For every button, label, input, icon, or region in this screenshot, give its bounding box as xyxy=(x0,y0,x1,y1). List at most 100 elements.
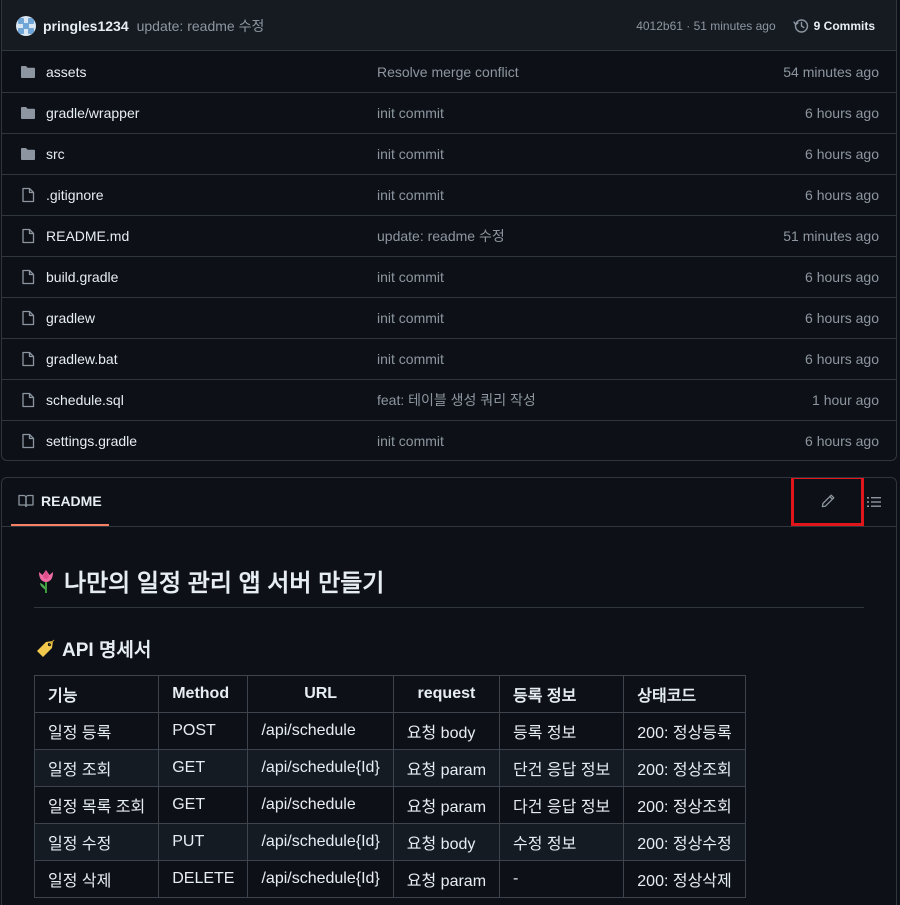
avatar[interactable] xyxy=(16,15,36,36)
table-cell: /api/schedule xyxy=(247,786,394,824)
table-cell: 요청 param xyxy=(392,749,501,787)
file-name-link[interactable]: README.md xyxy=(46,228,377,244)
table-cell: 일정 삭제 xyxy=(33,860,160,898)
file-row[interactable]: gradle/wrapper init commit 6 hours ago xyxy=(2,92,896,133)
table-cell: /api/schedule xyxy=(247,712,394,750)
file-name-link[interactable]: gradle/wrapper xyxy=(46,105,377,121)
file-commit-message[interactable]: update: readme 수정 xyxy=(377,226,783,246)
tab-readme-label: README xyxy=(41,493,102,509)
commit-message[interactable]: update: readme 수정 xyxy=(137,16,265,36)
table-cell: 200: 정상삭제 xyxy=(623,860,746,898)
file-commit-time: 6 hours ago xyxy=(805,433,879,449)
table-header-cell: URL xyxy=(247,675,394,713)
file-icon xyxy=(19,310,37,326)
file-icon xyxy=(19,187,37,203)
file-row[interactable]: README.md update: readme 수정 51 minutes ago xyxy=(2,215,896,256)
readme-content: 나만의 일정 관리 앱 서버 만들기 API 명세서 기능 Method URL re… xyxy=(2,527,896,905)
table-row: 일정 수정 PUT/api/schedule{Id} 요청 body 수정 정보 200… xyxy=(33,823,746,861)
table-cell: 200: 정상조회 xyxy=(623,786,746,824)
table-cell: 요청 param xyxy=(392,786,501,824)
file-commit-time: 6 hours ago xyxy=(805,105,879,121)
file-commit-message[interactable]: init commit xyxy=(377,146,805,162)
table-cell: 200: 정상수정 xyxy=(623,823,746,861)
file-row[interactable]: assets Resolve merge conflict 54 minutes a… xyxy=(2,51,896,92)
pencil-icon xyxy=(821,494,834,508)
file-commit-time: 54 minutes ago xyxy=(783,63,879,80)
commits-count: 9 Commits xyxy=(813,18,875,33)
file-commit-message[interactable]: init commit xyxy=(377,310,805,326)
api-spec-table: 기능 Method URL request 등록 정보 상태코드 일정 등록 POST/ap… xyxy=(33,675,746,898)
table-header-row: 기능 Method URL request 등록 정보 상태코드 xyxy=(33,675,746,713)
file-commit-time: 51 minutes ago xyxy=(783,228,879,244)
table-row: 일정 조회 GET/api/schedule{Id} 요청 param 단건 응답 정… xyxy=(33,749,746,787)
table-header-cell: Method xyxy=(158,675,249,713)
file-commit-time: 6 hours ago xyxy=(805,351,879,367)
label-tag-icon xyxy=(34,638,56,660)
table-cell: 일정 수정 xyxy=(33,823,160,861)
table-row: 일정 등록 POST/api/schedule 요청 body 등록 정보 200: 정… xyxy=(33,712,746,750)
table-cell: 요청 body xyxy=(392,712,501,750)
file-name-link[interactable]: gradlew.bat xyxy=(46,351,377,367)
table-cell: 등록 정보 xyxy=(499,712,625,750)
table-cell: 다건 응답 정보 xyxy=(499,786,625,824)
file-commit-message[interactable]: init commit xyxy=(377,351,805,367)
readme-title: 나만의 일정 관리 앱 서버 만들기 xyxy=(34,555,864,608)
file-row[interactable]: build.gradle init commit 6 hours ago xyxy=(2,256,896,297)
table-cell: 단건 응답 정보 xyxy=(499,749,625,787)
history-icon xyxy=(792,18,808,33)
tab-readme[interactable]: README xyxy=(11,478,109,526)
commits-button[interactable]: 9 Commits xyxy=(792,18,875,34)
table-cell: 일정 등록 xyxy=(33,712,160,750)
table-cell: 200: 정상조회 xyxy=(623,749,746,787)
table-cell: - xyxy=(499,860,625,898)
folder-icon xyxy=(19,64,37,80)
file-icon xyxy=(19,228,37,244)
section-heading-text: API 명세서 xyxy=(62,640,152,661)
file-commit-message[interactable]: init commit xyxy=(377,269,805,285)
file-icon xyxy=(19,269,37,285)
file-row[interactable]: .gitignore init commit 6 hours ago xyxy=(2,174,896,215)
table-header-cell: 등록 정보 xyxy=(499,675,625,713)
file-row[interactable]: src init commit 6 hours ago xyxy=(2,133,896,174)
commit-author[interactable]: pringles1234 xyxy=(43,18,129,34)
table-cell: POST xyxy=(158,712,249,750)
file-name-link[interactable]: schedule.sql xyxy=(46,392,377,408)
file-name-link[interactable]: .gitignore xyxy=(46,187,377,203)
file-commit-time: 6 hours ago xyxy=(805,269,879,285)
file-commit-message[interactable]: Resolve merge conflict xyxy=(377,64,783,80)
edit-readme-button[interactable] xyxy=(791,478,864,526)
file-commit-message[interactable]: init commit xyxy=(377,433,805,449)
table-cell: DELETE xyxy=(158,860,249,898)
file-icon xyxy=(19,433,37,449)
file-commit-message[interactable]: init commit xyxy=(377,187,805,203)
commit-meta[interactable]: 4012b61 · 51 minutes ago xyxy=(636,19,775,33)
file-list: assets Resolve merge conflict 54 minutes a… xyxy=(2,51,896,460)
file-name-link[interactable]: assets xyxy=(46,64,377,80)
file-name-link[interactable]: build.gradle xyxy=(46,269,377,285)
table-header-cell: 상태코드 xyxy=(623,675,746,713)
table-cell: /api/schedule{Id} xyxy=(247,860,394,898)
file-icon xyxy=(19,392,37,408)
table-cell: 요청 body xyxy=(392,823,501,861)
file-name-link[interactable]: src xyxy=(46,146,377,162)
file-row[interactable]: schedule.sql feat: 테이블 생성 쿼리 작성 1 hour ago xyxy=(2,379,896,420)
file-row[interactable]: settings.gradle init commit 6 hours ago xyxy=(2,420,896,460)
table-cell: 200: 정상등록 xyxy=(623,712,746,750)
file-row[interactable]: gradlew init commit 6 hours ago xyxy=(2,297,896,338)
file-row[interactable]: gradlew.bat init commit 6 hours ago xyxy=(2,338,896,379)
file-commit-message[interactable]: feat: 테이블 생성 쿼리 작성 xyxy=(377,390,812,410)
outline-button[interactable] xyxy=(866,494,882,510)
file-commit-time: 6 hours ago xyxy=(805,146,879,162)
folder-icon xyxy=(19,105,37,121)
file-name-link[interactable]: settings.gradle xyxy=(46,433,377,449)
file-icon xyxy=(19,351,37,367)
file-commit-time: 6 hours ago xyxy=(805,187,879,203)
file-commit-message[interactable]: init commit xyxy=(377,105,805,121)
file-commit-time: 1 hour ago xyxy=(812,392,879,408)
list-unordered-icon xyxy=(867,497,881,507)
table-row: 일정 삭제 DELETE/api/schedule{Id} 요청 param -200… xyxy=(33,860,746,898)
tulip-icon xyxy=(34,568,58,594)
file-name-link[interactable]: gradlew xyxy=(46,310,377,326)
table-cell: 일정 목록 조회 xyxy=(33,786,160,824)
readme-title-text: 나만의 일정 관리 앱 서버 만들기 xyxy=(64,570,385,597)
